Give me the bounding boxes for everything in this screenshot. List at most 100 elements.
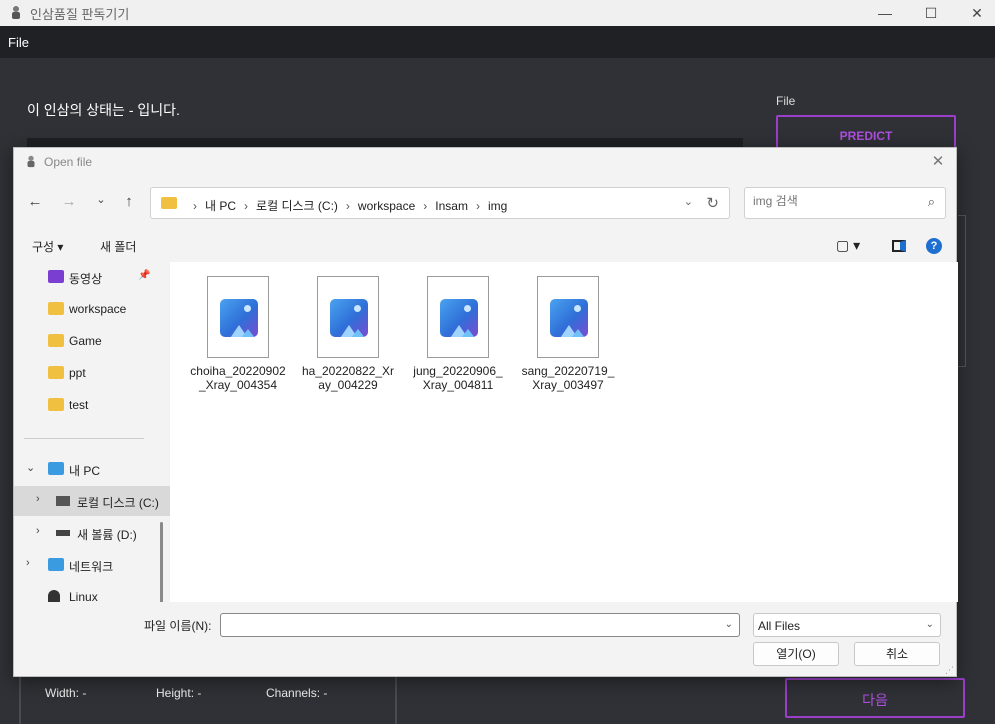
file-list: choiha_20220902_Xray_004354 ha_20220822_… xyxy=(170,262,958,602)
tree-item-label: 새 볼륨 (D:) xyxy=(77,528,137,542)
width-label: Width: - xyxy=(45,686,87,700)
expand-chevron-icon[interactable]: › xyxy=(26,557,30,569)
breadcrumb-chevron-icon: › xyxy=(193,199,197,213)
search-icon: ⌕ xyxy=(927,194,935,209)
drive-icon xyxy=(56,496,70,506)
tree-item-local-disk-c[interactable]: › 로컬 디스크 (C:) xyxy=(14,486,170,516)
resize-grip-icon[interactable]: ⋰ xyxy=(945,665,954,676)
file-name: ha_20220822_Xray_004229 xyxy=(301,364,395,392)
file-item[interactable]: choiha_20220902_Xray_004354 xyxy=(190,276,286,392)
back-arrow-icon[interactable]: ← xyxy=(24,193,46,215)
height-label: Height: - xyxy=(156,686,202,700)
expand-chevron-icon[interactable]: › xyxy=(36,493,40,505)
file-item[interactable]: sang_20220719_Xray_003497 xyxy=(520,276,616,392)
nav-item-label: ppt xyxy=(69,366,86,380)
breadcrumb-item[interactable]: img xyxy=(488,199,507,213)
folder-icon xyxy=(161,197,177,209)
window-titlebar: 인삼품질 판독기기 — ☐ ✕ xyxy=(0,0,995,26)
search-box[interactable]: ⌕ xyxy=(744,187,946,219)
breadcrumb-chevron-icon: › xyxy=(475,199,480,213)
computer-icon xyxy=(48,462,64,475)
nav-item-game[interactable]: Game xyxy=(14,326,170,356)
help-icon[interactable]: ? xyxy=(926,238,942,254)
folder-icon xyxy=(48,366,64,379)
expand-chevron-icon[interactable]: › xyxy=(36,525,40,537)
preview-pane-icon[interactable] xyxy=(892,240,906,252)
view-options-icon[interactable]: ▢ ▾ xyxy=(836,237,860,254)
up-arrow-icon[interactable]: ↑ xyxy=(118,193,140,215)
tree-item-label: 네트워크 xyxy=(69,560,114,574)
dialog-close-button[interactable]: ✕ xyxy=(928,152,948,172)
filename-combobox[interactable]: ⌄ xyxy=(220,613,740,637)
tree-item-linux[interactable]: Linux xyxy=(14,582,170,602)
address-dropdown-icon[interactable]: ⌄ xyxy=(684,195,693,208)
video-folder-icon xyxy=(48,270,64,283)
breadcrumb-item[interactable]: workspace xyxy=(358,199,415,213)
nav-item-label: Game xyxy=(69,334,102,348)
tree-item-this-pc[interactable]: ⌄ 내 PC xyxy=(14,454,170,484)
app-icon xyxy=(27,155,35,168)
file-item[interactable]: jung_20220906_Xray_004811 xyxy=(410,276,506,392)
address-bar[interactable]: › 내 PC › 로컬 디스크 (C:) › workspace › Insam › img ⌄ … xyxy=(150,187,730,219)
folder-icon xyxy=(48,334,64,347)
breadcrumb: › 내 PC › 로컬 디스크 (C:) › workspace › Insam › img xyxy=(185,197,507,214)
open-file-dialog: Open file ✕ ← → ⌄ ↑ › 내 PC › 로컬 디스크 (C:) › wo… xyxy=(13,147,958,677)
nav-scrollbar[interactable] xyxy=(160,522,163,602)
breadcrumb-item[interactable]: Insam xyxy=(435,199,468,213)
nav-item-label: test xyxy=(69,398,89,412)
breadcrumb-chevron-icon: › xyxy=(244,199,249,213)
file-label: File xyxy=(776,94,796,108)
close-window-button[interactable]: ✕ xyxy=(954,0,995,26)
filetype-value: All Files xyxy=(758,619,801,633)
image-file-icon xyxy=(317,276,379,358)
tree-item-label: 내 PC xyxy=(69,464,101,478)
breadcrumb-item[interactable]: 내 PC xyxy=(205,199,236,213)
cancel-button[interactable]: 취소 xyxy=(854,642,940,666)
result-panel xyxy=(958,215,966,367)
nav-divider xyxy=(24,438,144,439)
open-button[interactable]: 열기(O) xyxy=(753,642,839,666)
navigation-pane: 동영상 📌 workspace Game ppt test ⌄ 내 PC › 로… xyxy=(14,262,170,602)
chevron-down-icon: ⌄ xyxy=(925,619,934,630)
chevron-down-icon[interactable]: ⌄ xyxy=(725,619,733,630)
tree-item-network[interactable]: › 네트워크 xyxy=(14,550,170,580)
nav-item-workspace[interactable]: workspace xyxy=(14,294,170,324)
next-button[interactable]: 다음 xyxy=(785,678,965,718)
image-file-icon xyxy=(427,276,489,358)
search-input[interactable] xyxy=(753,194,913,208)
nav-item-label: 동영상 xyxy=(69,272,103,286)
nav-item-test[interactable]: test xyxy=(14,390,170,420)
refresh-icon[interactable]: ↻ xyxy=(706,194,719,212)
app-icon xyxy=(12,6,20,19)
nav-item-videos[interactable]: 동영상 📌 xyxy=(14,262,170,292)
maximize-button[interactable]: ☐ xyxy=(908,0,954,26)
nav-item-ppt[interactable]: ppt xyxy=(14,358,170,388)
window-title: 인삼품질 판독기기 xyxy=(30,7,130,22)
organize-button[interactable]: 구성 ▾ xyxy=(32,238,63,255)
expand-chevron-icon[interactable]: ⌄ xyxy=(26,461,35,474)
breadcrumb-item[interactable]: 로컬 디스크 (C:) xyxy=(256,199,338,213)
tree-item-new-volume-d[interactable]: › 새 볼륨 (D:) xyxy=(14,518,170,548)
channels-label: Channels: - xyxy=(266,686,328,700)
dialog-title: Open file xyxy=(44,155,93,169)
image-file-icon xyxy=(537,276,599,358)
recent-locations-chevron-icon[interactable]: ⌄ xyxy=(90,193,112,215)
breadcrumb-chevron-icon: › xyxy=(345,199,350,213)
filetype-select[interactable]: All Files ⌄ xyxy=(753,613,941,637)
status-text: 이 인삼의 상태는 - 입니다. xyxy=(27,102,180,118)
file-item[interactable]: ha_20220822_Xray_004229 xyxy=(300,276,396,392)
new-folder-button[interactable]: 새 폴더 xyxy=(100,238,136,255)
linux-penguin-icon xyxy=(48,590,60,602)
tree-item-label: Linux xyxy=(69,590,98,602)
filename-label: 파일 이름(N): xyxy=(144,619,212,633)
folder-icon xyxy=(48,302,64,315)
file-name: sang_20220719_Xray_003497 xyxy=(521,364,615,392)
image-file-icon xyxy=(207,276,269,358)
menubar: File xyxy=(0,26,995,58)
breadcrumb-chevron-icon: › xyxy=(423,199,428,213)
forward-arrow-icon[interactable]: → xyxy=(58,193,80,215)
filename-input[interactable] xyxy=(227,617,707,631)
minimize-button[interactable]: — xyxy=(862,0,908,26)
menu-file[interactable]: File xyxy=(8,35,29,50)
network-icon xyxy=(48,558,64,571)
